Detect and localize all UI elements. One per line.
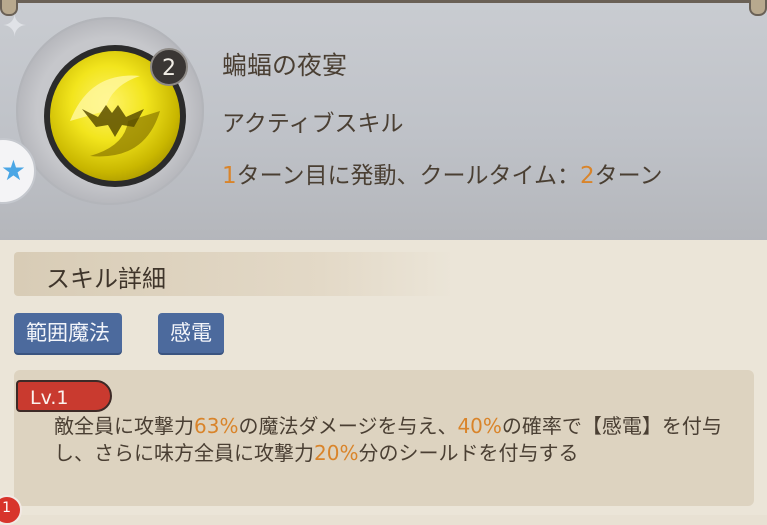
desc-part-2: の魔法ダメージを与え、 [238, 414, 458, 438]
skill-type: アクティブスキル [222, 111, 404, 137]
skill-name: 蝙蝠の夜宴 [222, 51, 348, 80]
tag-area-magic: 範囲魔法 [14, 313, 122, 353]
desc-part-1: 敵全員に攻撃力 [54, 414, 194, 438]
desc-value-2: 40% [457, 414, 502, 438]
corner-ornament-right [749, 0, 767, 16]
skill-description: 敵全員に攻撃力63%の魔法ダメージを与え、40%の確率で【感電】を付与し、さらに… [54, 413, 744, 467]
timing-text-a: ターン目に発動、クールタイム： [236, 163, 581, 189]
timing-text-b: ターン [594, 163, 663, 189]
desc-part-4: 分のシールドを付与する [358, 441, 579, 465]
desc-value-3: 20% [314, 441, 359, 465]
tag-shock: 感電 [158, 313, 224, 353]
cooldown-value: 2 [580, 163, 595, 189]
skill-level-badge: 2 [150, 48, 188, 86]
star-icon: ★ [0, 154, 26, 187]
level-label: Lv.1 [16, 380, 112, 412]
sparkle-icon: ✦ [2, 9, 28, 44]
start-turn-value: 1 [222, 163, 237, 189]
skill-detail-header-label: スキル詳細 [46, 265, 166, 293]
desc-value-1: 63% [194, 414, 239, 438]
skill-timing: 1ターン目に発動、クールタイム：2ターン [222, 156, 663, 190]
